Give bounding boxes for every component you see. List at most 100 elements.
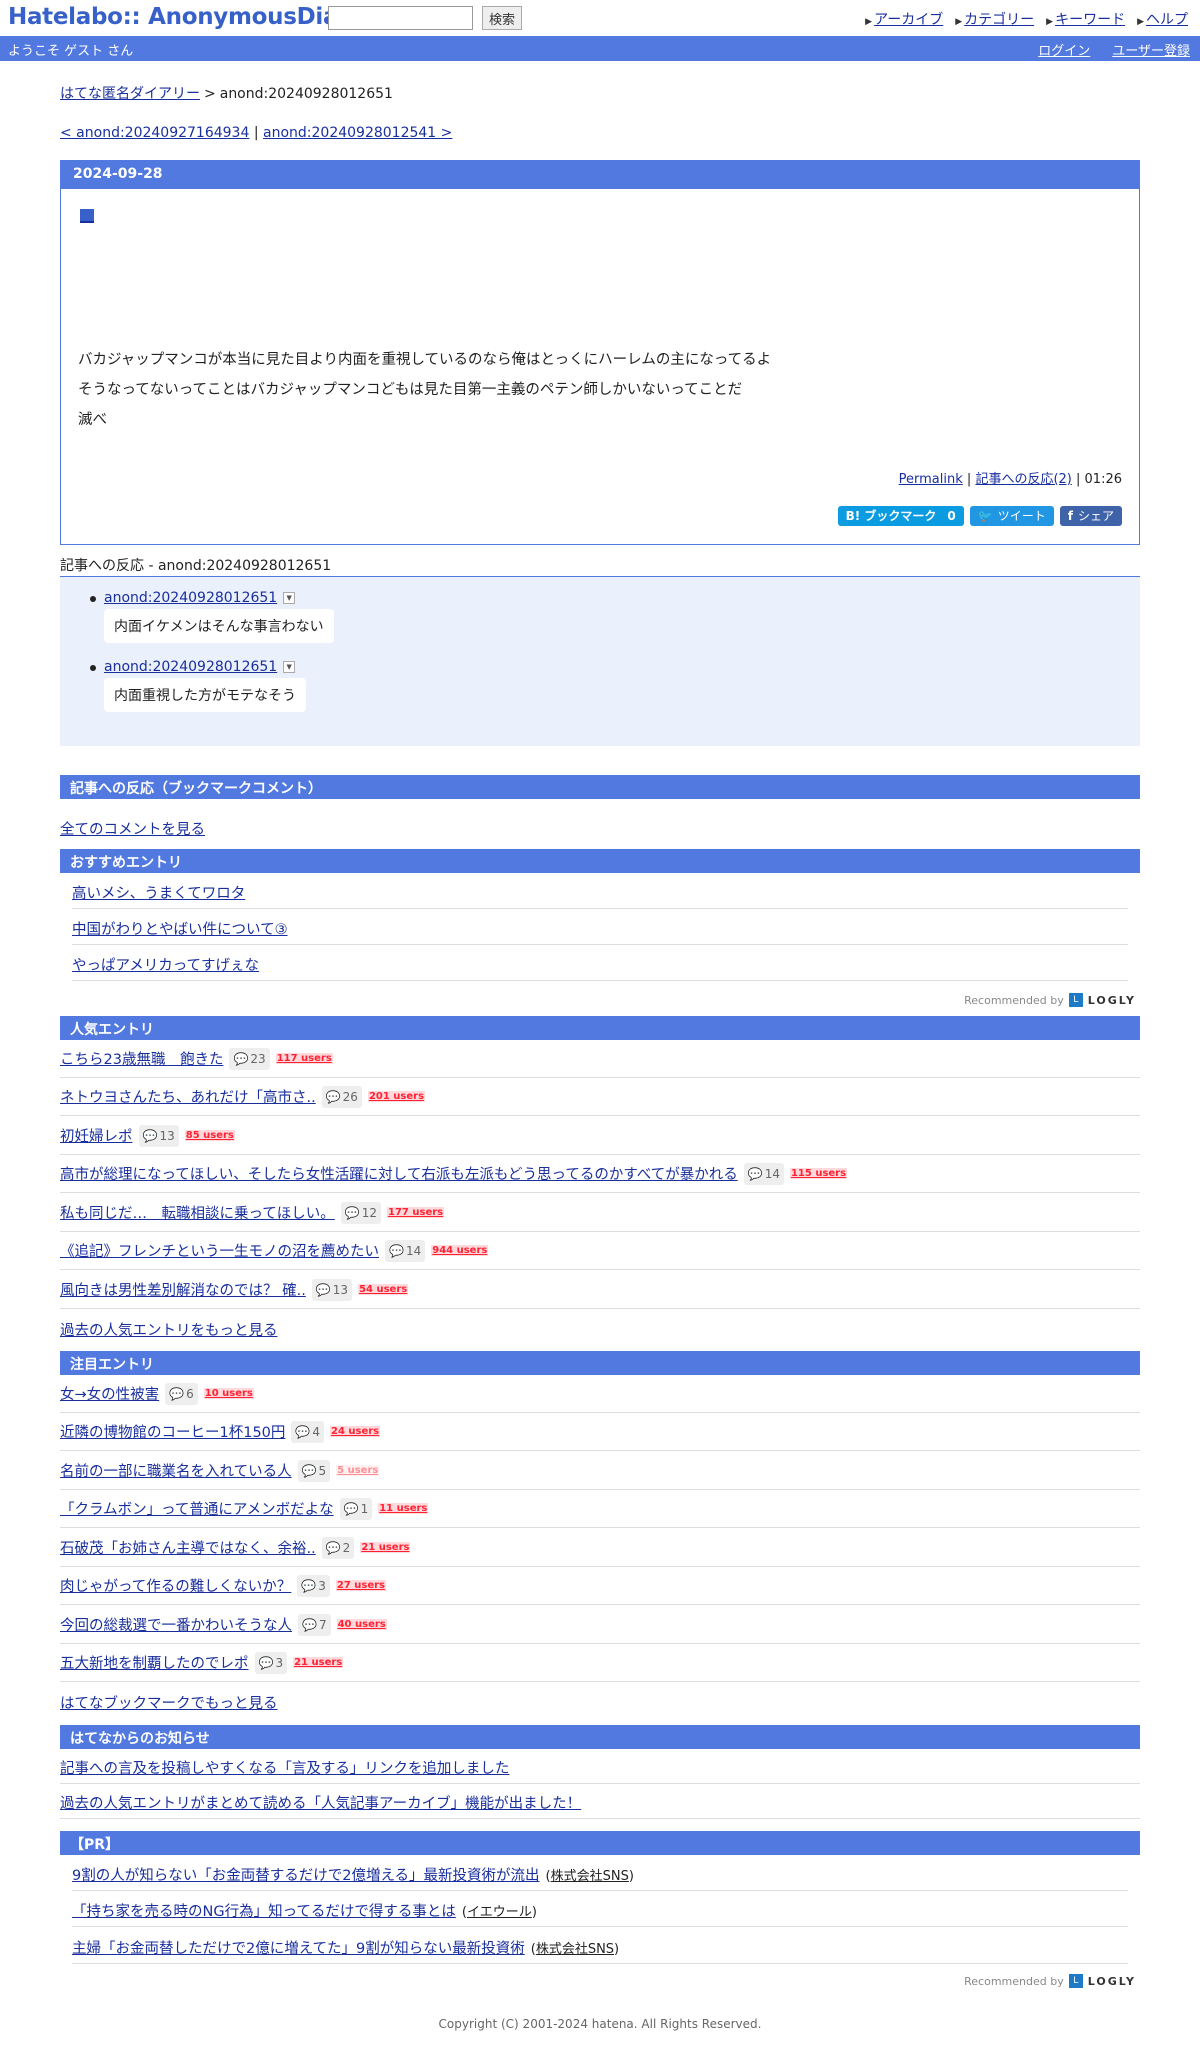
- share-buttons: B! ブックマーク 0 🐦 ツイート f シェア: [837, 506, 1122, 526]
- users-badge[interactable]: 85 users: [184, 1130, 235, 1141]
- entry-title-link[interactable]: 初妊婦レポ: [60, 1125, 133, 1146]
- entry-title-link[interactable]: 女→女の性被害: [60, 1383, 159, 1404]
- entry-marker-link[interactable]: [80, 209, 94, 223]
- recommended-link[interactable]: 中国がわりとやばい件について③: [72, 922, 288, 938]
- news-heading: はてなからのお知らせ: [60, 1725, 1140, 1749]
- users-badge[interactable]: 21 users: [360, 1542, 411, 1553]
- reaction-entry-link[interactable]: anond:20240928012651: [104, 590, 277, 606]
- pr-link[interactable]: 主婦「お金両替しただけで2億に増えてた」9割が知らない最新投資術: [72, 1941, 525, 1957]
- comment-count[interactable]: 💬 13: [311, 1278, 353, 1301]
- entry-title-link[interactable]: 《追記》フレンチという一生モノの沼を薦めたい: [60, 1240, 379, 1261]
- users-badge[interactable]: 40 users: [336, 1619, 387, 1630]
- tweet-button[interactable]: 🐦 ツイート: [969, 506, 1054, 526]
- entry-title-link[interactable]: 風向きは男性差別解消なのでは？ 確..: [60, 1279, 306, 1300]
- facebook-share-button[interactable]: f シェア: [1059, 506, 1122, 526]
- entry-title-link[interactable]: 高市が総理になってほしい、そしたら女性活躍に対して右派も左派もどう思ってるのかす…: [60, 1163, 738, 1184]
- comment-count[interactable]: 💬 13: [138, 1124, 179, 1147]
- news-item: 過去の人気エントリがまとめて読める「人気記事アーカイブ」機能が出ました！: [60, 1784, 1140, 1819]
- users-badge[interactable]: 11 users: [378, 1503, 429, 1514]
- entry-title-link[interactable]: 五大新地を制覇したのでレポ: [60, 1652, 249, 1673]
- users-badge[interactable]: 24 users: [330, 1426, 381, 1437]
- nav-keyword[interactable]: ▶ キーワード: [1046, 9, 1125, 29]
- login-link[interactable]: ログイン: [1038, 40, 1090, 59]
- reaction-entry-link[interactable]: anond:20240928012651: [104, 659, 277, 675]
- pr-sponsor: (株式会社SNS): [545, 1869, 634, 1884]
- comment-count[interactable]: 💬 6: [165, 1382, 198, 1405]
- comment-icon: 💬: [325, 1540, 341, 1555]
- prev-entry-link[interactable]: < anond:20240927164934: [60, 125, 249, 141]
- welcome-bar: ようこそ ゲスト さん ログイン ユーザー登録: [0, 36, 1200, 61]
- nav-category[interactable]: ▶ カテゴリー: [955, 9, 1034, 29]
- reaction-excerpt: 内面重視した方がモテなそう: [104, 678, 306, 712]
- chevron-down-icon[interactable]: ▼: [283, 592, 296, 604]
- permalink-link[interactable]: Permalink: [899, 472, 963, 487]
- hot-entry: 近隣の博物館のコーヒー1杯150円 💬 4 24 users: [60, 1413, 1140, 1451]
- nav-help[interactable]: ▶ ヘルプ: [1137, 9, 1188, 29]
- pr-sponsor-link[interactable]: イエウール: [467, 1905, 532, 1920]
- search-button[interactable]: 検索: [482, 6, 523, 30]
- more-popular-link[interactable]: 過去の人気エントリをもっと見る: [60, 1319, 278, 1340]
- users-badge[interactable]: 21 users: [293, 1657, 344, 1668]
- comment-count[interactable]: 💬 5: [297, 1459, 331, 1482]
- entry-title-link[interactable]: 私も同じだ… 転職相談に乗ってほしい。: [60, 1202, 335, 1223]
- users-badge[interactable]: 177 users: [387, 1207, 445, 1218]
- users-badge[interactable]: 27 users: [335, 1580, 387, 1591]
- hatena-bookmark-button[interactable]: B! ブックマーク 0: [837, 506, 964, 526]
- entry-title-link[interactable]: 「クラムボン」って普通にアメンボだよな: [60, 1498, 334, 1519]
- entry-title-link[interactable]: 名前の一部に職業名を入れている人: [60, 1460, 292, 1481]
- nav-category-link[interactable]: カテゴリー: [964, 12, 1034, 28]
- recommended-by-label: Recommended by: [964, 1974, 1064, 1988]
- users-badge[interactable]: 5 users: [336, 1465, 380, 1476]
- pr-link[interactable]: 「持ち家を売る時のNG行為」知ってるだけで得する事とは: [72, 1904, 456, 1920]
- comment-count[interactable]: 💬 14: [743, 1162, 784, 1185]
- site-logo[interactable]: Hatelabo:: AnonymousDiary: [8, 4, 364, 30]
- comment-count[interactable]: 💬 26: [321, 1085, 362, 1108]
- users-badge[interactable]: 54 users: [358, 1284, 409, 1295]
- hot-entry: 「クラムボン」って普通にアメンボだよな 💬 1 11 users: [60, 1490, 1140, 1528]
- chevron-down-icon[interactable]: ▼: [283, 661, 296, 673]
- popular-entry: 高市が総理になってほしい、そしたら女性活躍に対して右派も左派もどう思ってるのかす…: [60, 1155, 1140, 1193]
- recommended-link[interactable]: 高いメシ、うまくてワロタ: [72, 886, 245, 902]
- breadcrumb-root-link[interactable]: はてな匿名ダイアリー: [60, 86, 200, 102]
- users-badge[interactable]: 115 users: [789, 1168, 848, 1179]
- nav-archive[interactable]: ▶ アーカイブ: [865, 9, 943, 29]
- entry-title-link[interactable]: こちら23歳無職 飽きた: [60, 1048, 223, 1069]
- comment-icon: 💬: [295, 1424, 311, 1439]
- next-entry-link[interactable]: anond:20240928012541 >: [263, 125, 452, 141]
- comment-count[interactable]: 💬 12: [340, 1201, 382, 1224]
- more-hatena-bookmark-link[interactable]: はてなブックマークでもっと見る: [60, 1692, 278, 1713]
- recommended-link[interactable]: やっぱアメリカってすげぇな: [72, 958, 259, 974]
- comment-count[interactable]: 💬 2: [321, 1536, 355, 1559]
- nav-archive-link[interactable]: アーカイブ: [874, 12, 943, 28]
- pr-link[interactable]: 9割の人が知らない「お金両替するだけで2億増える」最新投資術が流出: [72, 1868, 540, 1884]
- pr-sponsor-link[interactable]: 株式会社SNS: [551, 1869, 629, 1884]
- comment-count[interactable]: 💬 14: [385, 1239, 426, 1262]
- users-badge[interactable]: 10 users: [203, 1388, 254, 1399]
- entry-title-link[interactable]: 近隣の博物館のコーヒー1杯150円: [60, 1421, 285, 1442]
- comment-count[interactable]: 💬 4: [291, 1420, 324, 1443]
- entry-title-link[interactable]: 肉じゃがって作るの難しくないか？: [60, 1575, 291, 1596]
- logly-credit[interactable]: Recommended by L LOGLY: [964, 1974, 1136, 1988]
- all-comments-link[interactable]: 全てのコメントを見る: [60, 818, 205, 839]
- pr-sponsor-link[interactable]: 株式会社SNS: [536, 1942, 614, 1957]
- news-link[interactable]: 記事への言及を投稿しやすくなる「言及する」リンクを追加しました: [60, 1761, 509, 1777]
- users-badge[interactable]: 117 users: [275, 1053, 333, 1064]
- comment-count[interactable]: 💬 1: [339, 1497, 373, 1520]
- users-badge[interactable]: 944 users: [431, 1245, 489, 1256]
- comment-count[interactable]: 💬 7: [298, 1613, 331, 1636]
- comment-count[interactable]: 💬 3: [297, 1574, 330, 1597]
- users-badge[interactable]: 201 users: [367, 1091, 426, 1102]
- logly-credit[interactable]: Recommended by L LOGLY: [964, 993, 1136, 1007]
- comment-count[interactable]: 💬 23: [229, 1047, 270, 1070]
- comment-count[interactable]: 💬 3: [254, 1651, 288, 1674]
- news-link[interactable]: 過去の人気エントリがまとめて読める「人気記事アーカイブ」機能が出ました！: [60, 1796, 581, 1812]
- search-input[interactable]: [328, 6, 473, 30]
- entry-title-link[interactable]: ネトウヨさんたち、あれだけ「高市さ..: [60, 1086, 316, 1107]
- diary-line: 滅べ: [78, 412, 107, 428]
- reactions-link[interactable]: 記事への反応(2): [975, 472, 1071, 487]
- register-link[interactable]: ユーザー登録: [1112, 40, 1190, 59]
- entry-title-link[interactable]: 今回の総裁選で一番かわいそうな人: [60, 1614, 292, 1635]
- entry-title-link[interactable]: 石破茂「お姉さん主導ではなく、余裕..: [60, 1537, 316, 1558]
- nav-help-link[interactable]: ヘルプ: [1146, 12, 1188, 28]
- nav-keyword-link[interactable]: キーワード: [1055, 12, 1125, 28]
